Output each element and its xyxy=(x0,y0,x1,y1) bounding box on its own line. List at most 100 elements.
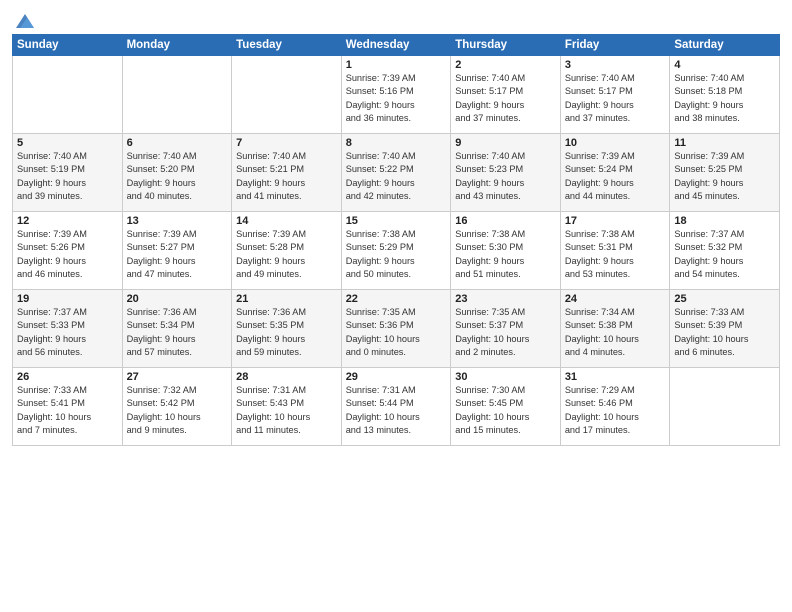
day-info: Sunrise: 7:40 AM Sunset: 5:19 PM Dayligh… xyxy=(17,150,118,203)
calendar-cell: 6Sunrise: 7:40 AM Sunset: 5:20 PM Daylig… xyxy=(122,134,232,212)
day-number: 12 xyxy=(17,215,118,227)
day-info: Sunrise: 7:39 AM Sunset: 5:26 PM Dayligh… xyxy=(17,228,118,281)
calendar-week-row: 26Sunrise: 7:33 AM Sunset: 5:41 PM Dayli… xyxy=(13,368,780,446)
calendar-cell: 21Sunrise: 7:36 AM Sunset: 5:35 PM Dayli… xyxy=(232,290,342,368)
day-info: Sunrise: 7:40 AM Sunset: 5:17 PM Dayligh… xyxy=(455,72,556,125)
calendar-cell: 12Sunrise: 7:39 AM Sunset: 5:26 PM Dayli… xyxy=(13,212,123,290)
day-number: 30 xyxy=(455,371,556,383)
calendar-week-row: 19Sunrise: 7:37 AM Sunset: 5:33 PM Dayli… xyxy=(13,290,780,368)
calendar-cell: 13Sunrise: 7:39 AM Sunset: 5:27 PM Dayli… xyxy=(122,212,232,290)
day-info: Sunrise: 7:40 AM Sunset: 5:17 PM Dayligh… xyxy=(565,72,666,125)
calendar-cell: 20Sunrise: 7:36 AM Sunset: 5:34 PM Dayli… xyxy=(122,290,232,368)
day-number: 13 xyxy=(127,215,228,227)
day-number: 28 xyxy=(236,371,337,383)
day-number: 27 xyxy=(127,371,228,383)
calendar-cell: 10Sunrise: 7:39 AM Sunset: 5:24 PM Dayli… xyxy=(560,134,670,212)
calendar-cell: 1Sunrise: 7:39 AM Sunset: 5:16 PM Daylig… xyxy=(341,56,451,134)
calendar-cell xyxy=(670,368,780,446)
day-info: Sunrise: 7:31 AM Sunset: 5:43 PM Dayligh… xyxy=(236,384,337,437)
weekday-header: Wednesday xyxy=(341,35,451,56)
day-info: Sunrise: 7:40 AM Sunset: 5:18 PM Dayligh… xyxy=(674,72,775,125)
day-info: Sunrise: 7:29 AM Sunset: 5:46 PM Dayligh… xyxy=(565,384,666,437)
calendar-cell: 31Sunrise: 7:29 AM Sunset: 5:46 PM Dayli… xyxy=(560,368,670,446)
day-number: 6 xyxy=(127,137,228,149)
header xyxy=(12,10,780,28)
day-number: 10 xyxy=(565,137,666,149)
day-number: 8 xyxy=(346,137,447,149)
calendar-table: SundayMondayTuesdayWednesdayThursdayFrid… xyxy=(12,34,780,446)
weekday-header: Tuesday xyxy=(232,35,342,56)
day-number: 26 xyxy=(17,371,118,383)
day-info: Sunrise: 7:38 AM Sunset: 5:29 PM Dayligh… xyxy=(346,228,447,281)
weekday-header: Friday xyxy=(560,35,670,56)
day-info: Sunrise: 7:40 AM Sunset: 5:20 PM Dayligh… xyxy=(127,150,228,203)
calendar-cell xyxy=(13,56,123,134)
calendar-cell: 16Sunrise: 7:38 AM Sunset: 5:30 PM Dayli… xyxy=(451,212,561,290)
day-number: 17 xyxy=(565,215,666,227)
calendar-cell: 4Sunrise: 7:40 AM Sunset: 5:18 PM Daylig… xyxy=(670,56,780,134)
day-info: Sunrise: 7:35 AM Sunset: 5:37 PM Dayligh… xyxy=(455,306,556,359)
weekday-header: Sunday xyxy=(13,35,123,56)
day-number: 23 xyxy=(455,293,556,305)
day-info: Sunrise: 7:36 AM Sunset: 5:35 PM Dayligh… xyxy=(236,306,337,359)
calendar-cell: 30Sunrise: 7:30 AM Sunset: 5:45 PM Dayli… xyxy=(451,368,561,446)
calendar-cell: 15Sunrise: 7:38 AM Sunset: 5:29 PM Dayli… xyxy=(341,212,451,290)
day-number: 4 xyxy=(674,59,775,71)
day-info: Sunrise: 7:38 AM Sunset: 5:30 PM Dayligh… xyxy=(455,228,556,281)
logo-icon xyxy=(14,10,36,32)
day-number: 29 xyxy=(346,371,447,383)
day-info: Sunrise: 7:38 AM Sunset: 5:31 PM Dayligh… xyxy=(565,228,666,281)
day-info: Sunrise: 7:39 AM Sunset: 5:25 PM Dayligh… xyxy=(674,150,775,203)
day-number: 14 xyxy=(236,215,337,227)
day-number: 22 xyxy=(346,293,447,305)
day-number: 16 xyxy=(455,215,556,227)
day-number: 9 xyxy=(455,137,556,149)
day-number: 21 xyxy=(236,293,337,305)
day-info: Sunrise: 7:40 AM Sunset: 5:21 PM Dayligh… xyxy=(236,150,337,203)
day-info: Sunrise: 7:37 AM Sunset: 5:33 PM Dayligh… xyxy=(17,306,118,359)
day-info: Sunrise: 7:39 AM Sunset: 5:16 PM Dayligh… xyxy=(346,72,447,125)
calendar-cell: 8Sunrise: 7:40 AM Sunset: 5:22 PM Daylig… xyxy=(341,134,451,212)
calendar-cell: 23Sunrise: 7:35 AM Sunset: 5:37 PM Dayli… xyxy=(451,290,561,368)
weekday-header: Saturday xyxy=(670,35,780,56)
day-number: 19 xyxy=(17,293,118,305)
day-number: 7 xyxy=(236,137,337,149)
weekday-header-row: SundayMondayTuesdayWednesdayThursdayFrid… xyxy=(13,35,780,56)
day-info: Sunrise: 7:40 AM Sunset: 5:22 PM Dayligh… xyxy=(346,150,447,203)
day-number: 3 xyxy=(565,59,666,71)
day-info: Sunrise: 7:40 AM Sunset: 5:23 PM Dayligh… xyxy=(455,150,556,203)
day-number: 15 xyxy=(346,215,447,227)
calendar-cell: 5Sunrise: 7:40 AM Sunset: 5:19 PM Daylig… xyxy=(13,134,123,212)
day-number: 1 xyxy=(346,59,447,71)
calendar-cell xyxy=(122,56,232,134)
calendar-cell: 18Sunrise: 7:37 AM Sunset: 5:32 PM Dayli… xyxy=(670,212,780,290)
calendar-week-row: 12Sunrise: 7:39 AM Sunset: 5:26 PM Dayli… xyxy=(13,212,780,290)
weekday-header: Monday xyxy=(122,35,232,56)
calendar-cell: 22Sunrise: 7:35 AM Sunset: 5:36 PM Dayli… xyxy=(341,290,451,368)
day-info: Sunrise: 7:37 AM Sunset: 5:32 PM Dayligh… xyxy=(674,228,775,281)
day-info: Sunrise: 7:36 AM Sunset: 5:34 PM Dayligh… xyxy=(127,306,228,359)
calendar-week-row: 1Sunrise: 7:39 AM Sunset: 5:16 PM Daylig… xyxy=(13,56,780,134)
day-info: Sunrise: 7:33 AM Sunset: 5:41 PM Dayligh… xyxy=(17,384,118,437)
day-info: Sunrise: 7:33 AM Sunset: 5:39 PM Dayligh… xyxy=(674,306,775,359)
day-number: 25 xyxy=(674,293,775,305)
calendar-cell: 2Sunrise: 7:40 AM Sunset: 5:17 PM Daylig… xyxy=(451,56,561,134)
calendar-container: SundayMondayTuesdayWednesdayThursdayFrid… xyxy=(0,0,792,612)
day-info: Sunrise: 7:39 AM Sunset: 5:28 PM Dayligh… xyxy=(236,228,337,281)
day-number: 20 xyxy=(127,293,228,305)
day-number: 31 xyxy=(565,371,666,383)
calendar-cell xyxy=(232,56,342,134)
calendar-cell: 7Sunrise: 7:40 AM Sunset: 5:21 PM Daylig… xyxy=(232,134,342,212)
calendar-week-row: 5Sunrise: 7:40 AM Sunset: 5:19 PM Daylig… xyxy=(13,134,780,212)
calendar-cell: 28Sunrise: 7:31 AM Sunset: 5:43 PM Dayli… xyxy=(232,368,342,446)
calendar-cell: 19Sunrise: 7:37 AM Sunset: 5:33 PM Dayli… xyxy=(13,290,123,368)
day-number: 5 xyxy=(17,137,118,149)
calendar-cell: 25Sunrise: 7:33 AM Sunset: 5:39 PM Dayli… xyxy=(670,290,780,368)
calendar-cell: 24Sunrise: 7:34 AM Sunset: 5:38 PM Dayli… xyxy=(560,290,670,368)
weekday-header: Thursday xyxy=(451,35,561,56)
calendar-cell: 26Sunrise: 7:33 AM Sunset: 5:41 PM Dayli… xyxy=(13,368,123,446)
calendar-cell: 9Sunrise: 7:40 AM Sunset: 5:23 PM Daylig… xyxy=(451,134,561,212)
calendar-cell: 3Sunrise: 7:40 AM Sunset: 5:17 PM Daylig… xyxy=(560,56,670,134)
day-info: Sunrise: 7:32 AM Sunset: 5:42 PM Dayligh… xyxy=(127,384,228,437)
day-info: Sunrise: 7:34 AM Sunset: 5:38 PM Dayligh… xyxy=(565,306,666,359)
